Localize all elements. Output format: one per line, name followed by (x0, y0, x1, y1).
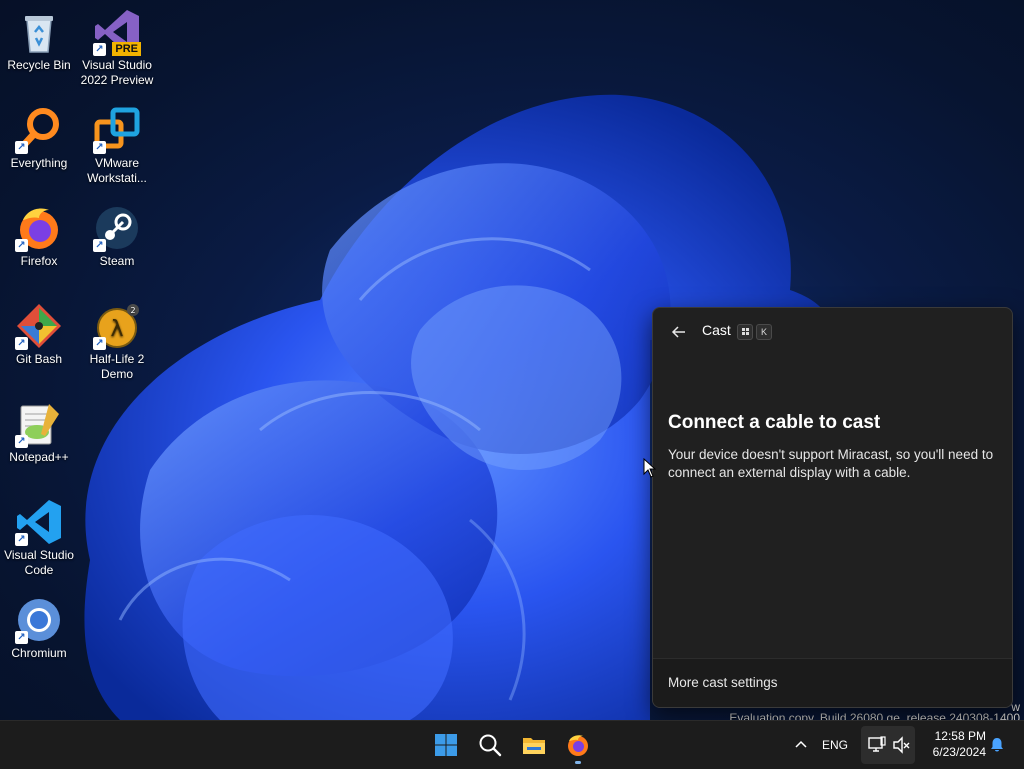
chromium-icon: ↗ (15, 596, 63, 644)
shortcut-arrow-icon: ↗ (93, 141, 106, 154)
desktop-icon-chromium[interactable]: ↗ Chromium (0, 596, 78, 661)
active-app-indicator (575, 761, 581, 764)
desktop-icon-label: Half-Life 2 Demo (89, 352, 145, 381)
taskbar: ENG 12:58 PM 6/23/2024 (0, 720, 1024, 769)
desktop-icon-steam[interactable]: ↗ Steam (78, 204, 156, 269)
desktop-icon-half-life-2[interactable]: λ2 ↗ Half-Life 2 Demo (78, 302, 156, 382)
cast-message: Your device doesn't support Miracast, so… (668, 447, 994, 480)
notification-bell-icon (991, 738, 1003, 752)
desktop-icon-visual-studio-preview[interactable]: ↗ PRE Visual Studio 2022 Preview (78, 8, 156, 88)
desktop: Recycle Bin ↗ PRE Visual Studio 2022 Pre… (0, 0, 1024, 720)
svg-text:λ: λ (110, 317, 123, 342)
watermark-line-2: Evaluation copy. Build 26080.ge_release.… (729, 711, 1020, 720)
shortcut-arrow-icon: ↗ (93, 337, 106, 350)
cast-panel-header: Cast K (653, 308, 1012, 356)
taskbar-search-button[interactable] (470, 725, 510, 765)
desktop-icon-vscode[interactable]: ↗ Visual Studio Code (0, 498, 78, 578)
desktop-icon-label: Visual Studio Code (4, 548, 74, 577)
steam-icon: ↗ (93, 204, 141, 252)
desktop-icon-firefox[interactable]: ↗ Firefox (0, 204, 78, 269)
chevron-up-icon (795, 740, 807, 748)
visual-studio-preview-icon: ↗ PRE (93, 8, 141, 56)
shortcut-arrow-icon: ↗ (15, 435, 28, 448)
desktop-icon-vmware[interactable]: ↗ VMware Workstati... (78, 106, 156, 186)
more-cast-settings-link[interactable]: More cast settings (668, 675, 778, 690)
shortcut-arrow-icon: ↗ (93, 43, 106, 56)
firefox-icon: ↗ (15, 204, 63, 252)
recycle-bin-icon (15, 8, 63, 56)
desktop-icon-label: Recycle Bin (7, 58, 71, 72)
clock-button[interactable]: 12:58 PM 6/23/2024 (920, 728, 986, 760)
vmware-workstation-icon: ↗ (93, 106, 141, 154)
desktop-icon-notepad-plus-plus[interactable]: ↗ Notepad++ (0, 400, 78, 465)
windows-key-icon (737, 324, 753, 340)
shortcut-arrow-icon: ↗ (15, 239, 28, 252)
firefox-icon (568, 735, 588, 756)
cast-panel: Cast K Connect a cable to cast Your devi… (652, 307, 1013, 708)
shortcut-arrow-icon: ↗ (93, 239, 106, 252)
taskbar-firefox-button[interactable] (558, 725, 598, 765)
notepad-plus-plus-icon: ↗ (15, 400, 63, 448)
back-arrow-icon (671, 326, 685, 338)
cast-heading: Connect a cable to cast (668, 412, 881, 433)
desktop-icon-label: Chromium (11, 646, 67, 660)
desktop-icon-label: Steam (99, 254, 135, 268)
desktop-icon-label: VMware Workstati... (87, 156, 147, 185)
show-hidden-icons-button[interactable] (790, 733, 812, 757)
everything-search-icon: ↗ (15, 106, 63, 154)
cast-panel-title: Cast (702, 322, 731, 338)
volume-muted-icon (893, 736, 910, 754)
desktop-icon-recycle-bin[interactable]: Recycle Bin (0, 8, 78, 73)
taskbar-file-explorer-button[interactable] (514, 725, 554, 765)
desktop-icon-label: Firefox (20, 254, 58, 268)
shortcut-arrow-icon: ↗ (15, 141, 28, 154)
back-button[interactable] (665, 320, 693, 344)
cast-panel-footer: More cast settings (653, 658, 1012, 707)
shortcut-arrow-icon: ↗ (15, 337, 28, 350)
desktop-icon-label: Git Bash (15, 352, 63, 366)
clock-time: 12:58 PM (934, 729, 986, 743)
notifications-button[interactable] (986, 733, 1008, 757)
search-icon (479, 734, 502, 757)
vscode-icon: ↗ (15, 498, 63, 546)
quick-settings-button[interactable] (861, 726, 915, 764)
desktop-icon-label: Visual Studio 2022 Preview (80, 58, 154, 87)
desktop-icon-everything[interactable]: ↗ Everything (0, 106, 78, 171)
clock-date: 6/23/2024 (932, 745, 986, 759)
preview-badge: PRE (112, 42, 141, 56)
shortcut-arrow-icon: ↗ (15, 631, 28, 644)
git-bash-icon: ↗ (15, 302, 63, 350)
network-icon (868, 736, 886, 752)
taskbar-start-button[interactable] (426, 725, 466, 765)
svg-text:2: 2 (130, 306, 135, 315)
shortcut-key: K (756, 324, 772, 340)
mouse-cursor-icon (643, 458, 657, 478)
half-life-2-icon: λ2 ↗ (93, 302, 141, 350)
desktop-icon-label: Everything (10, 156, 68, 170)
desktop-icon-git-bash[interactable]: ↗ Git Bash (0, 302, 78, 367)
input-language-indicator[interactable]: ENG (822, 738, 848, 752)
shortcut-arrow-icon: ↗ (15, 533, 28, 546)
folder-icon (523, 738, 545, 754)
windows-start-icon (435, 734, 457, 756)
desktop-icon-label: Notepad++ (9, 450, 69, 464)
